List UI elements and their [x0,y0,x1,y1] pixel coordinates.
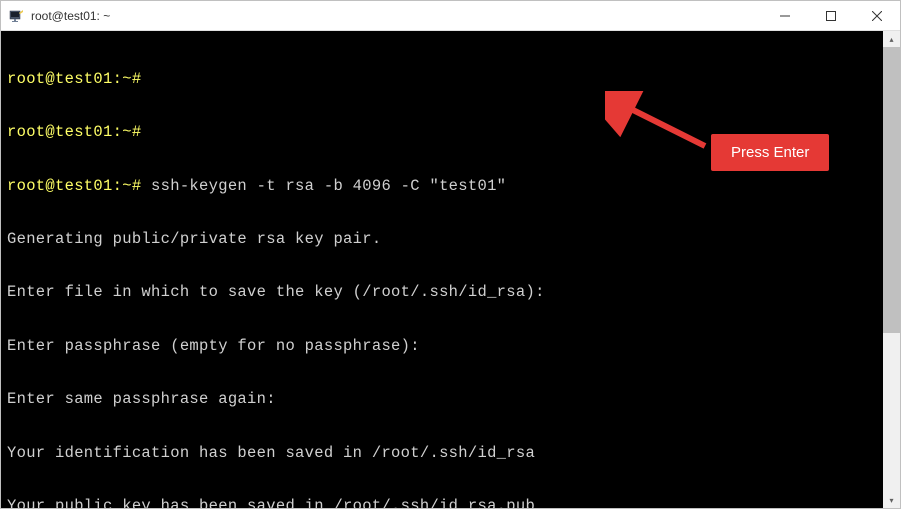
annotation-label: Press Enter [711,134,829,171]
annotation-arrow-icon [605,91,725,161]
maximize-button[interactable] [808,1,854,30]
output-line: Your identification has been saved in /r… [7,445,894,463]
prompt: root@test01:~# [7,123,141,141]
titlebar-left: root@test01: ~ [9,8,110,24]
output-line: Enter file in which to save the key (/ro… [7,284,894,302]
scrollbar-thumb[interactable] [883,47,900,333]
app-window: root@test01: ~ root@test01:~# root@test0… [0,0,901,509]
scroll-up-button[interactable]: ▴ [883,31,900,47]
close-button[interactable] [854,1,900,30]
annotation-callout: Press Enter [629,94,829,171]
output-line: Your public key has been saved in /root/… [7,498,894,508]
window-title: root@test01: ~ [31,9,110,23]
window-controls [762,1,900,30]
command-text: ssh-keygen -t rsa -b 4096 -C "test01" [141,177,506,195]
output-line: Enter same passphrase again: [7,391,894,409]
output-line: Enter passphrase (empty for no passphras… [7,338,894,356]
putty-icon [9,8,25,24]
titlebar[interactable]: root@test01: ~ [1,1,900,31]
scroll-down-button[interactable]: ▾ [883,492,900,508]
prompt: root@test01:~# [7,177,141,195]
prompt: root@test01:~# [7,70,141,88]
vertical-scrollbar[interactable]: ▴ ▾ [883,31,900,508]
output-line: Generating public/private rsa key pair. [7,231,894,249]
minimize-button[interactable] [762,1,808,30]
